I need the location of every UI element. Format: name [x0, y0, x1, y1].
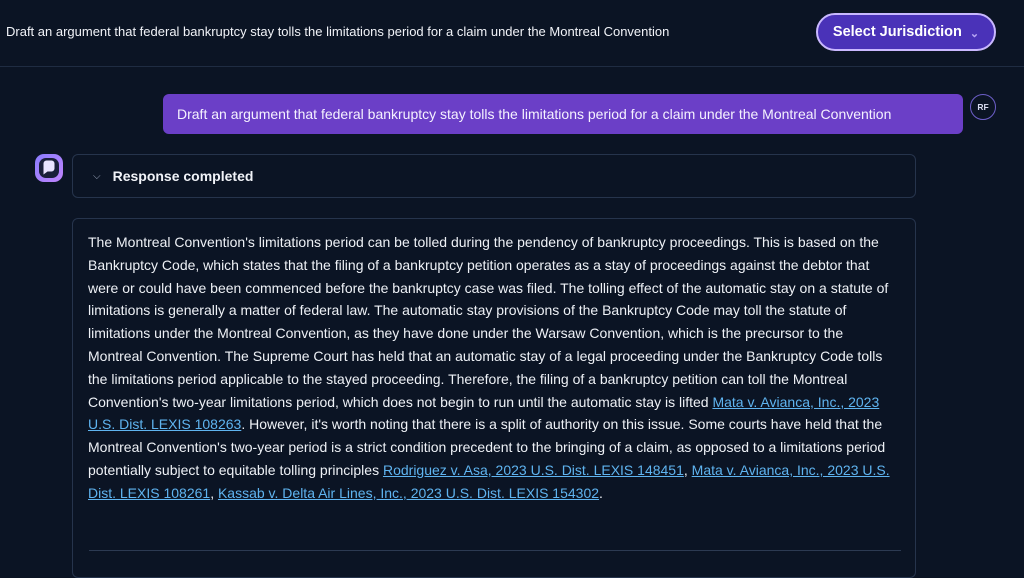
response-status-label: Response completed: [112, 168, 254, 184]
chat-bubble-icon: [34, 153, 64, 183]
chevron-down-icon: ⌄: [969, 27, 980, 40]
citation-separator: ,: [683, 461, 692, 478]
response-text: The Montreal Convention's limitations pe…: [88, 231, 900, 505]
response-paragraph-part: The Montreal Convention's limitations pe…: [88, 234, 889, 410]
response-panel: The Montreal Convention's limitations pe…: [72, 218, 916, 578]
top-bar: Draft an argument that federal bankruptc…: [0, 0, 1024, 67]
select-jurisdiction-button[interactable]: Select Jurisdiction ⌄: [816, 13, 996, 51]
user-message: Draft an argument that federal bankruptc…: [163, 94, 963, 134]
citation-link[interactable]: Rodriguez v. Asa, 2023 U.S. Dist. LEXIS …: [383, 462, 684, 478]
citation-separator: ,: [210, 484, 218, 501]
divider: [89, 550, 901, 551]
user-message-text: Draft an argument that federal bankruptc…: [177, 106, 892, 122]
response-status-toggle[interactable]: ⌵ Response completed: [72, 154, 916, 198]
chevron-down-icon: ⌵: [93, 170, 101, 182]
citation-link[interactable]: Kassab v. Delta Air Lines, Inc., 2023 U.…: [218, 485, 599, 501]
response-end: .: [599, 484, 603, 501]
select-jurisdiction-label: Select Jurisdiction: [832, 24, 962, 40]
avatar[interactable]: RF: [970, 94, 996, 120]
page-title: Draft an argument that federal bankruptc…: [6, 24, 670, 39]
